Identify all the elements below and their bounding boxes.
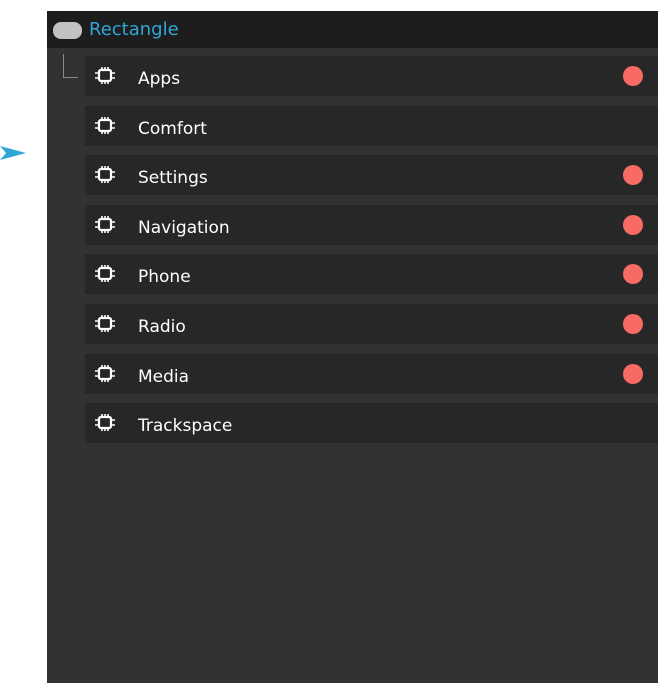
list-item-label: Apps xyxy=(138,69,181,89)
status-dot xyxy=(623,313,643,334)
tree-connector xyxy=(63,54,78,78)
module-icon xyxy=(95,215,115,233)
list-item-radio[interactable]: Radio xyxy=(85,303,658,344)
arrow-right-icon xyxy=(0,146,26,160)
module-icon xyxy=(95,67,115,84)
list-item-apps[interactable]: Apps xyxy=(85,56,658,96)
module-icon xyxy=(95,314,115,332)
list-item-label: Phone xyxy=(138,267,191,288)
list-item-comfort[interactable]: Comfort xyxy=(85,105,658,146)
module-icon xyxy=(95,265,115,283)
module-icon xyxy=(95,414,115,432)
toggle-icon[interactable] xyxy=(53,22,82,39)
module-icon xyxy=(95,116,115,134)
list-item-navigation[interactable]: Navigation xyxy=(85,204,658,245)
layer-list: Apps Comfort Settings Navigation Phone R… xyxy=(85,56,658,453)
list-item-phone[interactable]: Phone xyxy=(85,254,658,295)
list-item-settings[interactable]: Settings xyxy=(85,155,658,196)
panel-header[interactable]: Rectangle xyxy=(47,11,658,48)
list-item-label: Media xyxy=(138,366,190,387)
list-item-label: Settings xyxy=(138,168,208,189)
module-icon xyxy=(95,364,115,382)
list-item-media[interactable]: Media xyxy=(85,353,658,394)
status-dot xyxy=(623,66,643,86)
status-dot xyxy=(623,363,643,384)
list-item-trackspace[interactable]: Trackspace xyxy=(85,403,658,444)
status-dot xyxy=(623,264,643,285)
layer-panel: Rectangle Apps Comfort Settings Navigati… xyxy=(47,11,658,683)
status-dot xyxy=(623,165,643,186)
header-title[interactable]: Rectangle xyxy=(89,19,179,41)
list-item-label: Trackspace xyxy=(138,416,233,437)
list-item-label: Radio xyxy=(138,316,186,337)
list-item-label: Comfort xyxy=(138,118,207,139)
module-icon xyxy=(95,166,115,184)
status-dot xyxy=(623,214,643,235)
list-item-label: Navigation xyxy=(138,217,230,238)
